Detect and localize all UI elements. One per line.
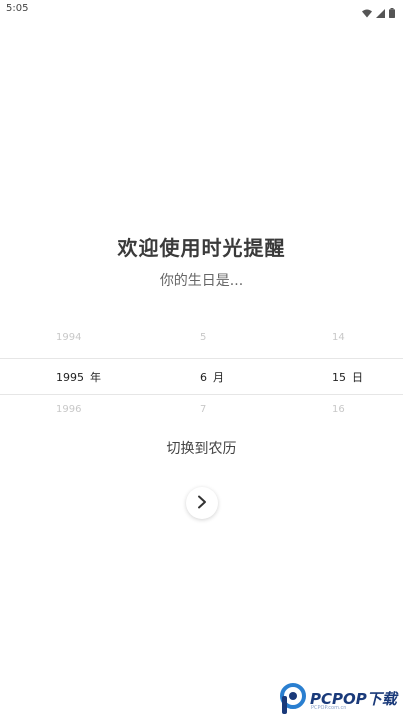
switch-to-lunar-button[interactable]: 切换到农历 [0,438,403,458]
year-value: 1995 [56,371,84,384]
day-wheel-selected[interactable]: 15 日 [332,369,363,385]
picker-row-prev: 1994 5 14 [0,328,403,352]
day-next[interactable]: 16 [332,404,345,415]
year-unit: 年 [90,371,101,384]
next-button[interactable] [186,487,218,519]
picker-row-next: 1996 7 16 [0,400,403,424]
status-bar: 5:05 [0,0,403,18]
month-next[interactable]: 7 [200,404,206,415]
selection-divider-bottom [0,394,403,395]
birthday-picker[interactable]: 1994 5 14 1995 年 6月 15 日 1996 7 16 [0,328,403,424]
wifi-icon [362,3,372,22]
day-unit: 日 [352,371,363,384]
watermark-subtext: PCPOP.com.cn [311,705,347,711]
year-next[interactable]: 1996 [56,404,81,415]
welcome-title: 欢迎使用时光提醒 [117,236,286,260]
pcpop-watermark: PCPOP下载 PCPOP.com.cn [280,683,400,715]
status-icons [362,3,395,22]
month-prev[interactable]: 5 [200,332,206,343]
month-wheel-selected[interactable]: 6月 [200,369,224,385]
chevron-right-icon [196,494,208,513]
signal-icon [376,3,385,22]
status-time: 5:05 [6,3,29,14]
battery-icon [389,3,395,22]
pcpop-logo-icon [280,683,308,719]
picker-row-selected: 1995 年 6月 15 日 [0,364,403,388]
selection-divider-top [0,358,403,359]
month-unit: 月 [213,371,224,384]
month-value: 6 [200,371,207,384]
birthday-prompt: 你的生日是... [159,273,244,289]
day-value: 15 [332,371,346,384]
year-wheel-selected[interactable]: 1995 年 [56,369,101,385]
day-prev[interactable]: 14 [332,332,345,343]
year-prev[interactable]: 1994 [56,332,81,343]
